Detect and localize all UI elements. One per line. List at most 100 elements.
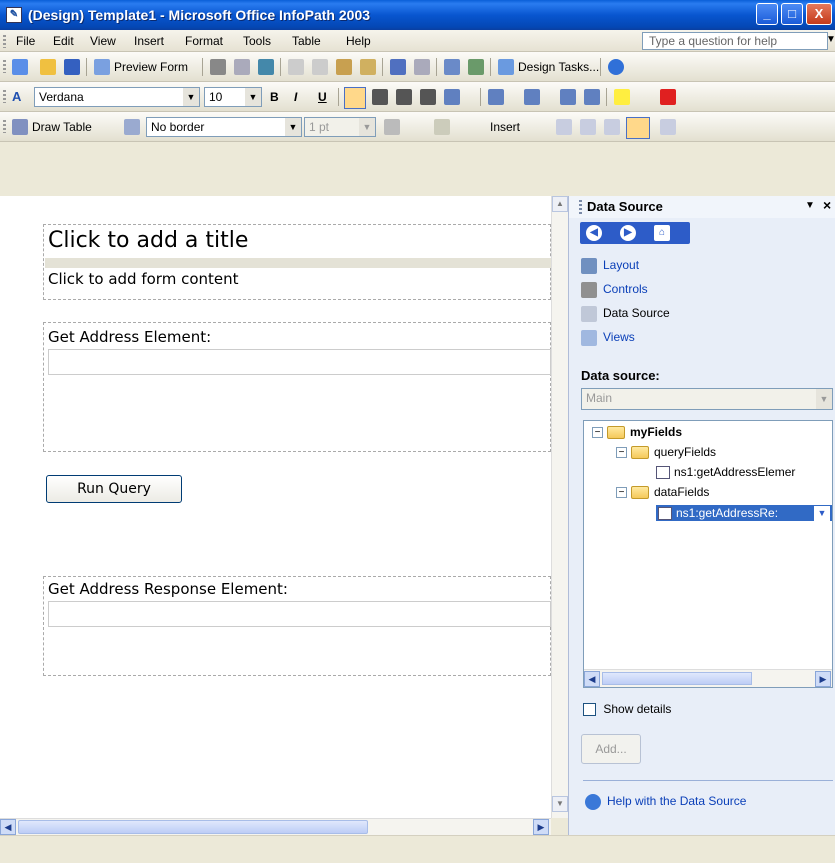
draw-table-icon[interactable] <box>12 119 28 135</box>
font-size-combo[interactable]: 10 ▼ <box>204 87 262 107</box>
form-title-placeholder[interactable]: Click to add a title <box>48 228 248 253</box>
data-source-tree[interactable]: − myFields − queryFields ns1:getAddressEle… <box>583 420 833 688</box>
tree-scroll-thumb[interactable] <box>602 672 752 685</box>
menu-table[interactable]: Table <box>292 34 321 48</box>
styles-icon[interactable]: A <box>12 89 28 105</box>
table-properties-button[interactable] <box>626 117 650 139</box>
border-style-combo[interactable]: No border ▼ <box>146 117 302 137</box>
redo-icon[interactable] <box>414 59 430 75</box>
increase-indent-icon[interactable] <box>584 89 600 105</box>
align-left-button[interactable] <box>344 87 366 109</box>
tree-node-datafields[interactable]: − dataFields <box>616 485 709 500</box>
picture-icon[interactable] <box>468 59 484 75</box>
menu-file[interactable]: File <box>16 34 35 48</box>
align-right-icon[interactable] <box>396 89 412 105</box>
scroll-down-icon[interactable]: ▼ <box>552 796 568 812</box>
numbering-icon[interactable] <box>488 89 504 105</box>
format-painter-icon[interactable] <box>360 59 376 75</box>
design-tasks-button[interactable]: Design Tasks... <box>518 60 599 74</box>
run-query-button[interactable]: Run Query <box>46 475 182 503</box>
help-data-source-link[interactable]: Help with the Data Source <box>585 794 746 810</box>
border-color-icon[interactable] <box>384 119 400 135</box>
canvas-vertical-scrollbar[interactable]: ▲ ▼ <box>551 196 568 818</box>
scroll-right-icon[interactable]: ▶ <box>815 671 831 687</box>
scroll-left-icon[interactable]: ◀ <box>0 819 16 835</box>
task-pane-grip[interactable] <box>579 200 582 214</box>
copy-icon[interactable] <box>312 59 328 75</box>
chevron-down-icon[interactable]: ▼ <box>816 389 832 409</box>
menu-edit[interactable]: Edit <box>53 34 74 48</box>
chevron-down-icon[interactable]: ▼ <box>814 506 830 521</box>
align-center-icon[interactable] <box>372 89 388 105</box>
scroll-right-icon[interactable]: ▶ <box>533 819 549 835</box>
ask-question-input[interactable]: Type a question for help <box>642 32 828 50</box>
back-icon[interactable]: ◀ <box>586 225 602 241</box>
highlight-icon[interactable] <box>614 89 630 105</box>
paste-icon[interactable] <box>336 59 352 75</box>
chevron-down-icon[interactable]: ▼ <box>183 88 199 106</box>
views-link[interactable]: Views <box>581 330 635 346</box>
open-folder-icon[interactable] <box>40 59 56 75</box>
horizontal-scroll-thumb[interactable] <box>18 820 368 834</box>
line-spacing-icon[interactable] <box>444 89 460 105</box>
draw-table-button[interactable]: Draw Table <box>32 120 92 134</box>
decrease-indent-icon[interactable] <box>560 89 576 105</box>
delete-table-icon[interactable] <box>604 119 620 135</box>
get-address-response-field[interactable] <box>48 601 551 627</box>
layout-link[interactable]: Layout <box>581 258 639 274</box>
tree-horizontal-scrollbar[interactable]: ◀ ▶ <box>584 669 832 687</box>
italic-button[interactable]: I <box>294 90 297 104</box>
canvas-horizontal-scrollbar[interactable]: ◀ ▶ <box>0 818 551 835</box>
show-details-checkbox[interactable] <box>583 703 596 717</box>
tree-node-response-element[interactable]: ns1:getAddressRe: ▼ <box>656 505 832 522</box>
menu-help[interactable]: Help <box>346 34 371 48</box>
justify-icon[interactable] <box>420 89 436 105</box>
save-icon[interactable] <box>64 59 80 75</box>
chevron-down-icon[interactable]: ▼ <box>826 34 835 45</box>
task-pane-menu-icon[interactable]: ▼ <box>805 200 815 211</box>
controls-link[interactable]: Controls <box>581 282 648 298</box>
close-button[interactable]: X <box>806 3 832 25</box>
design-tasks-icon[interactable] <box>498 59 514 75</box>
minimize-button[interactable]: _ <box>756 3 778 25</box>
infopath-app-icon[interactable]: ✎ <box>6 7 22 23</box>
task-pane-close-icon[interactable]: × <box>823 197 831 213</box>
scroll-left-icon[interactable]: ◀ <box>584 671 600 687</box>
print-preview-icon[interactable] <box>234 59 250 75</box>
scroll-up-icon[interactable]: ▲ <box>552 196 568 212</box>
maximize-button[interactable]: □ <box>781 3 803 25</box>
add-button[interactable]: Add... <box>581 734 641 764</box>
toolbar-grip[interactable] <box>3 35 6 48</box>
data-source-link[interactable]: Data Source <box>581 306 670 322</box>
merge-cells-icon[interactable] <box>556 119 572 135</box>
help-icon[interactable] <box>608 59 624 75</box>
collapse-icon[interactable]: − <box>616 447 627 459</box>
font-name-combo[interactable]: Verdana ▼ <box>34 87 200 107</box>
design-new-icon[interactable] <box>12 59 28 75</box>
preview-form-button[interactable]: Preview Form <box>114 60 188 74</box>
form-content-placeholder[interactable]: Click to add form content <box>48 270 239 288</box>
eraser-icon[interactable] <box>124 119 140 135</box>
print-icon[interactable] <box>210 59 226 75</box>
preview-icon[interactable] <box>94 59 110 75</box>
font-color-icon[interactable] <box>660 89 676 105</box>
collapse-icon[interactable]: − <box>592 427 603 439</box>
menu-format[interactable]: Format <box>185 34 223 48</box>
split-cells-icon[interactable] <box>580 119 596 135</box>
menu-insert[interactable]: Insert <box>134 34 164 48</box>
insert-table-button[interactable]: Insert <box>490 120 520 134</box>
border-width-combo[interactable]: 1 pt ▼ <box>304 117 376 137</box>
get-address-field[interactable] <box>48 349 551 375</box>
home-icon[interactable]: ⌂ <box>654 225 670 241</box>
toolbar-grip[interactable] <box>3 120 6 133</box>
shading-icon[interactable] <box>434 119 450 135</box>
collapse-icon[interactable]: − <box>616 487 627 499</box>
forward-icon[interactable]: ▶ <box>620 225 636 241</box>
toolbar-grip[interactable] <box>3 60 6 73</box>
toolbar-grip[interactable] <box>3 90 6 103</box>
tree-node-queryfields[interactable]: − queryFields <box>616 445 716 460</box>
menu-tools[interactable]: Tools <box>243 34 271 48</box>
spelling-icon[interactable] <box>258 59 274 75</box>
underline-button[interactable]: U <box>318 90 327 104</box>
table-layout-icon[interactable] <box>660 119 676 135</box>
